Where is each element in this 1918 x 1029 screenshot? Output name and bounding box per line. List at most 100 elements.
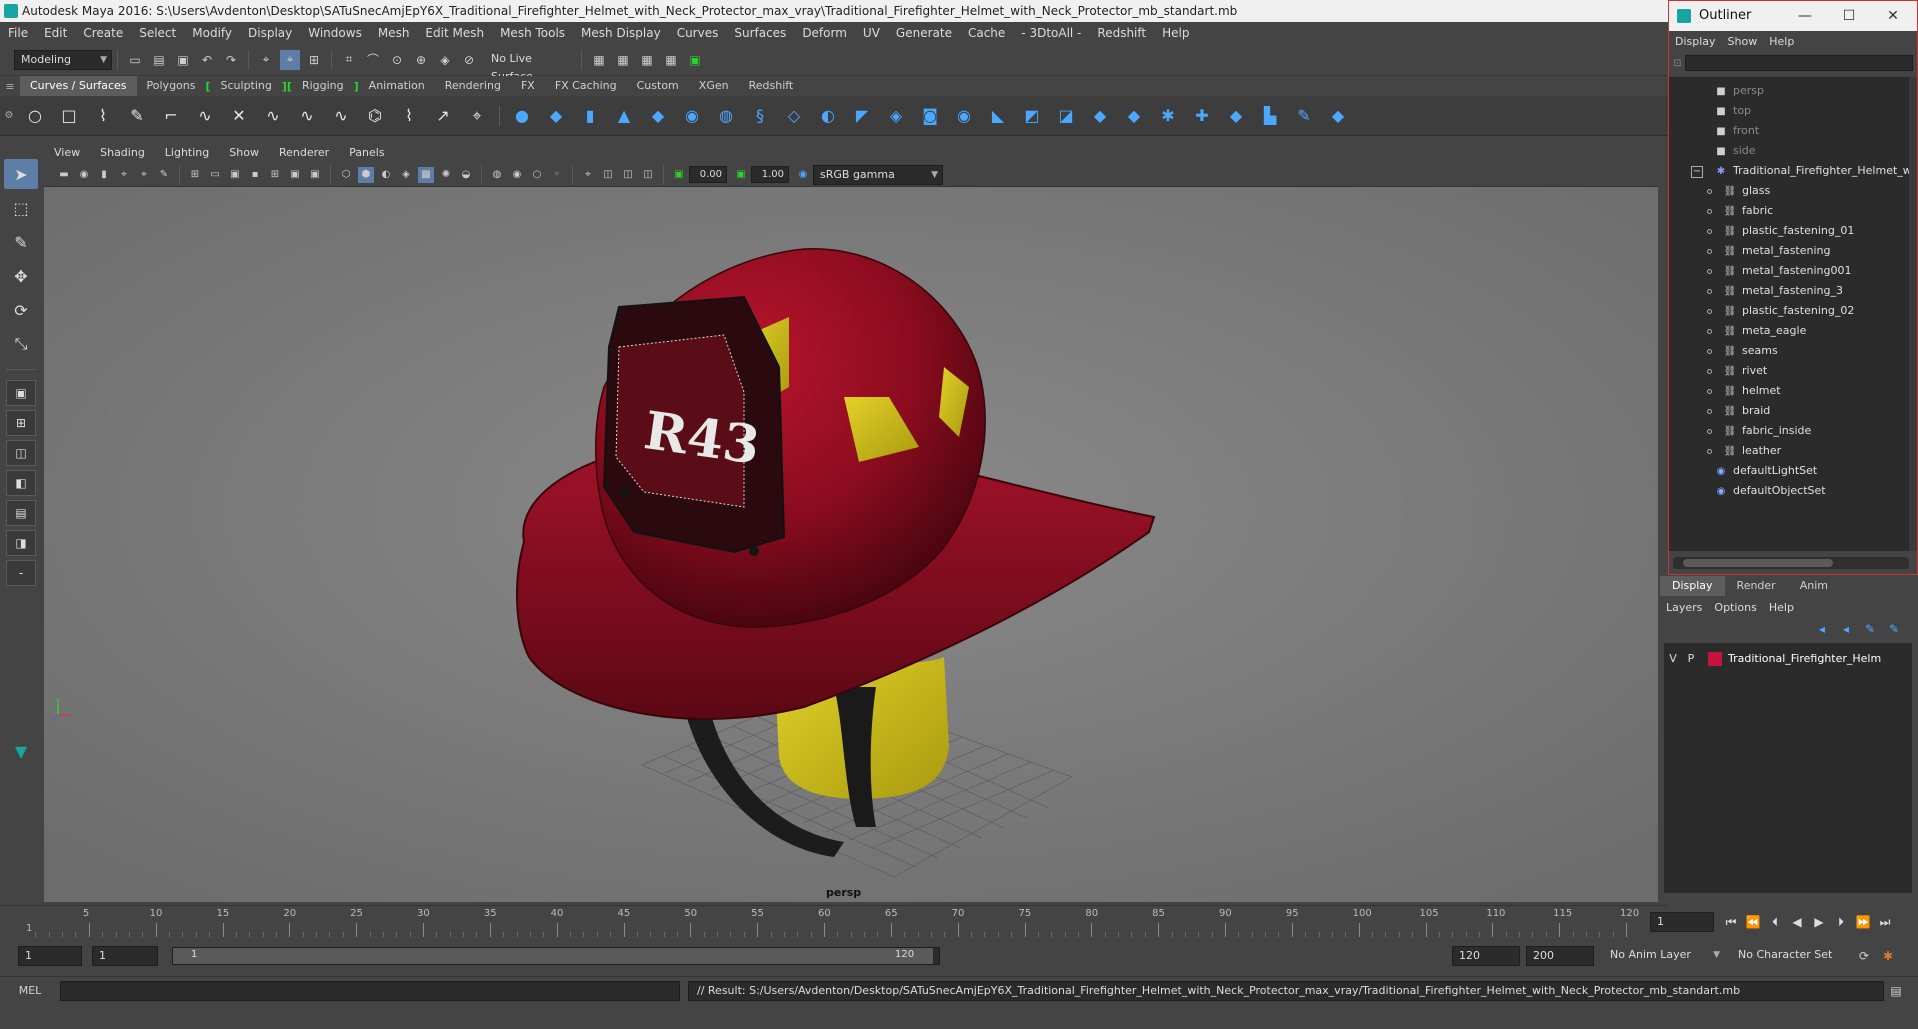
- select-tool-icon[interactable]: ➤: [4, 159, 38, 189]
- vp-menu-lighting[interactable]: Lighting: [155, 143, 219, 163]
- add-points-icon[interactable]: ⌖: [463, 102, 491, 130]
- play-forward-icon[interactable]: ▶: [1808, 911, 1830, 933]
- make-live-icon[interactable]: ⊘: [459, 50, 479, 70]
- project-curve-icon[interactable]: ◣: [984, 102, 1012, 130]
- safe-title-icon[interactable]: ▣: [307, 167, 323, 183]
- layer-playback-toggle[interactable]: P: [1682, 649, 1700, 669]
- layer-tab-render[interactable]: Render: [1725, 576, 1788, 596]
- grease-pencil-icon[interactable]: ✎: [156, 167, 172, 183]
- nurbs-cylinder-icon[interactable]: ▮: [576, 102, 604, 130]
- vp-menu-shading[interactable]: Shading: [90, 143, 155, 163]
- menu-mesh[interactable]: Mesh: [370, 22, 418, 44]
- outliner-item-set[interactable]: ◉ defaultLightSet: [1713, 461, 1818, 481]
- current-frame-field[interactable]: 1: [1650, 912, 1714, 932]
- isolate-select-icon[interactable]: ⌖: [580, 167, 596, 183]
- ep-curve-icon[interactable]: ✎: [123, 102, 151, 130]
- close-icon[interactable]: ✕: [1871, 1, 1915, 31]
- nurbs-circle-icon[interactable]: ○: [21, 102, 49, 130]
- select-hierarchy-icon[interactable]: ⌖: [256, 50, 276, 70]
- layer-menu-help[interactable]: Help: [1763, 598, 1800, 618]
- play-backward-icon[interactable]: ◀: [1786, 911, 1808, 933]
- safe-action-icon[interactable]: ▣: [287, 167, 303, 183]
- step-forward-frame-icon[interactable]: ⏵: [1830, 911, 1852, 933]
- color-management-icon[interactable]: ◉: [795, 167, 811, 183]
- anim-layer-dropdown[interactable]: No Anim Layer ▼: [1604, 946, 1724, 966]
- layer-tab-display[interactable]: Display: [1660, 576, 1725, 596]
- sculpt-geometry-icon[interactable]: ✎: [1290, 102, 1318, 130]
- layer-menu-options[interactable]: Options: [1708, 598, 1762, 618]
- nurbs-square-icon[interactable]: □: [55, 102, 83, 130]
- planar-icon[interactable]: ◇: [780, 102, 808, 130]
- step-back-key-icon[interactable]: ⏪: [1742, 911, 1764, 933]
- attach-curves-icon[interactable]: ∿: [259, 102, 287, 130]
- insert-knot-icon[interactable]: ∿: [327, 102, 355, 130]
- layer-menu-layers[interactable]: Layers: [1660, 598, 1708, 618]
- wireframe-icon[interactable]: ⬡: [338, 167, 354, 183]
- menu-help[interactable]: Help: [1154, 22, 1197, 44]
- arc-tool-icon[interactable]: ✕: [225, 102, 253, 130]
- shelf-tab-sculpting[interactable]: Sculpting: [211, 76, 282, 96]
- filter-icon[interactable]: ⊡: [1673, 58, 1681, 69]
- vp-menu-renderer[interactable]: Renderer: [269, 143, 339, 163]
- character-set-dropdown[interactable]: No Character Set: [1732, 946, 1852, 966]
- outliner-layout-icon[interactable]: ◧: [6, 470, 36, 496]
- end-time-field[interactable]: 200: [1526, 946, 1594, 966]
- shelf-tab-fx[interactable]: FX: [511, 76, 545, 96]
- default-material-icon[interactable]: ◈: [398, 167, 414, 183]
- outliner-item-mesh[interactable]: ⛓ meta_eagle: [1707, 321, 1806, 341]
- cv-curve-icon[interactable]: ⌇: [89, 102, 117, 130]
- live-surface-field[interactable]: No Live Surface: [485, 50, 567, 83]
- outliner-item-mesh[interactable]: ⛓ seams: [1707, 341, 1778, 361]
- range-slider[interactable]: 1 120: [172, 947, 940, 965]
- outliner-item-mesh[interactable]: ⛓ glass: [1707, 181, 1770, 201]
- custom-layout-icon[interactable]: -: [6, 560, 36, 586]
- menu-edit-mesh[interactable]: Edit Mesh: [417, 22, 492, 44]
- layer-visibility-toggle[interactable]: V: [1664, 649, 1682, 669]
- bookmark-icon[interactable]: ▮: [96, 167, 112, 183]
- pencil-curve-icon[interactable]: ⌐: [157, 102, 185, 130]
- outliner-vertical-scrollbar[interactable]: [1909, 77, 1917, 551]
- gamma-icon[interactable]: ▣: [733, 167, 749, 183]
- depth-of-field-icon[interactable]: ◦: [549, 167, 565, 183]
- minimize-icon[interactable]: —: [1783, 1, 1827, 31]
- camera-select-icon[interactable]: ▬: [56, 167, 72, 183]
- go-to-end-icon[interactable]: ⏭: [1874, 911, 1896, 933]
- revolve-icon[interactable]: ◍: [712, 102, 740, 130]
- menu-modify[interactable]: Modify: [184, 22, 240, 44]
- menu-uv[interactable]: UV: [855, 22, 888, 44]
- menu-3dtoall[interactable]: - 3DtoAll -: [1013, 22, 1089, 44]
- square-surface-icon[interactable]: ◉: [950, 102, 978, 130]
- shelf-tab-custom[interactable]: Custom: [627, 76, 689, 96]
- screen-space-ao-icon[interactable]: ◍: [489, 167, 505, 183]
- menu-mesh-tools[interactable]: Mesh Tools: [492, 22, 573, 44]
- outliner-item-side[interactable]: ■ side: [1713, 141, 1755, 161]
- shelf-tab-fx-caching[interactable]: FX Caching: [545, 76, 627, 96]
- layer-tab-anim[interactable]: Anim: [1788, 576, 1840, 596]
- menu-surfaces[interactable]: Surfaces: [726, 22, 794, 44]
- new-layer-selected-icon[interactable]: ✎: [1884, 619, 1904, 639]
- menu-mesh-display[interactable]: Mesh Display: [573, 22, 669, 44]
- field-chart-icon[interactable]: ⊞: [267, 167, 283, 183]
- render-view-icon[interactable]: ▦: [661, 50, 681, 70]
- boundary-icon[interactable]: ◙: [916, 102, 944, 130]
- motion-blur-icon[interactable]: ◉: [509, 167, 525, 183]
- view-transform-dropdown[interactable]: sRGB gamma ▼: [813, 164, 943, 185]
- insert-isoparm-icon[interactable]: ▙: [1256, 102, 1284, 130]
- ipr-render-icon[interactable]: ▦: [637, 50, 657, 70]
- shelf-tab-rigging[interactable]: Rigging: [292, 76, 354, 96]
- bezier-curve-icon[interactable]: ∿: [191, 102, 219, 130]
- graph-layout-icon[interactable]: ▤: [6, 500, 36, 526]
- open-scene-icon[interactable]: ▤: [149, 50, 169, 70]
- render-settings-icon[interactable]: ▦: [589, 50, 609, 70]
- menu-file[interactable]: File: [0, 22, 36, 44]
- nurbs-cube-icon[interactable]: ◆: [542, 102, 570, 130]
- shelf-tab-animation[interactable]: Animation: [359, 76, 435, 96]
- time-ruler[interactable]: 1 5 10 15 20 25 30 35 40 45 50 55 60 65 70 75 80 85 90 95 1…: [22, 905, 1646, 941]
- range-slider-handle[interactable]: [173, 948, 933, 964]
- outliner-item-persp[interactable]: ■ persp: [1713, 81, 1764, 101]
- exposure-icon[interactable]: ▣: [671, 167, 687, 183]
- paint-select-icon[interactable]: ✎: [4, 227, 38, 257]
- step-back-frame-icon[interactable]: ⏴: [1764, 911, 1786, 933]
- vp-menu-show[interactable]: Show: [219, 143, 269, 163]
- outliner-menu-show[interactable]: Show: [1722, 31, 1764, 53]
